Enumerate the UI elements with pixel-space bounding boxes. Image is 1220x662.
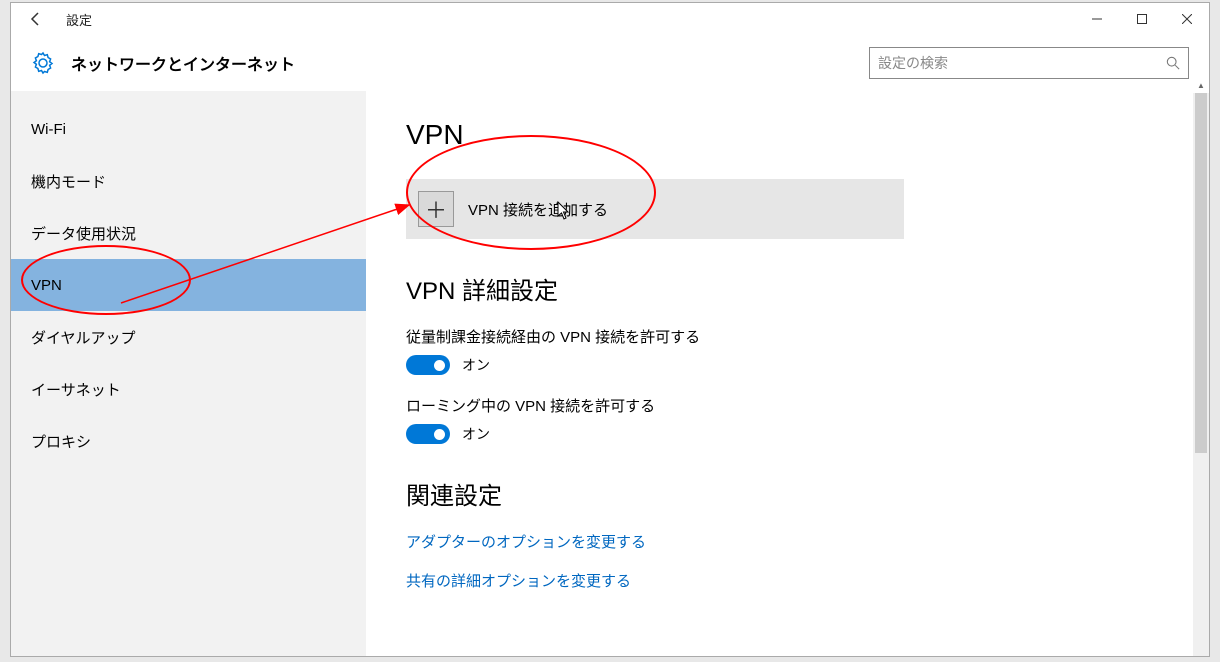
setting-metered: 従量制課金接続経由の VPN 接続を許可する オン xyxy=(406,326,1169,375)
header: ネットワークとインターネット xyxy=(11,35,1209,91)
metered-toggle[interactable] xyxy=(406,355,450,375)
add-vpn-button[interactable]: ＋ VPN 接続を追加する xyxy=(406,179,904,239)
body: Wi-Fi 機内モード データ使用状況 VPN ダイヤルアップ イーサネット プ… xyxy=(11,91,1209,656)
sidebar-item-label: ダイヤルアップ xyxy=(31,327,136,348)
search-icon xyxy=(1166,56,1180,70)
metered-label: 従量制課金接続経由の VPN 接続を許可する xyxy=(406,326,1169,347)
sidebar-item-label: VPN xyxy=(31,277,62,294)
search-box[interactable] xyxy=(869,47,1189,79)
sidebar-item-label: データ使用状況 xyxy=(31,223,136,244)
content-pane: VPN ＋ VPN 接続を追加する VPN 詳細設定 従量制課金接続経由の VP… xyxy=(366,91,1209,656)
sidebar-item-datausage[interactable]: データ使用状況 xyxy=(11,207,366,259)
arrow-left-icon xyxy=(28,11,44,27)
link-sharing-options[interactable]: 共有の詳細オプションを変更する xyxy=(406,570,1169,591)
gear-icon xyxy=(31,51,55,75)
sidebar-item-label: プロキシ xyxy=(31,431,91,452)
search-input[interactable] xyxy=(878,55,1166,71)
window-controls xyxy=(1074,4,1209,34)
close-icon xyxy=(1182,14,1192,24)
scrollbar[interactable]: ▲ xyxy=(1193,93,1209,656)
window-title: 設定 xyxy=(66,10,92,29)
sidebar-item-label: Wi-Fi xyxy=(31,121,66,138)
page-title: ネットワークとインターネット xyxy=(71,51,295,75)
link-adapter-options[interactable]: アダプターのオプションを変更する xyxy=(406,531,1169,552)
add-vpn-label: VPN 接続を追加する xyxy=(468,199,608,220)
settings-window: 設定 ネットワークとインターネット Wi-Fi 機内モード データ使用状況 VP… xyxy=(10,2,1210,657)
metered-state: オン xyxy=(462,355,490,375)
sidebar-item-vpn[interactable]: VPN xyxy=(11,259,366,311)
section-vpn-title: VPN xyxy=(406,119,1169,151)
minimize-icon xyxy=(1092,14,1102,24)
minimize-button[interactable] xyxy=(1074,4,1119,34)
metered-toggle-row: オン xyxy=(406,355,1169,375)
maximize-icon xyxy=(1137,14,1147,24)
roaming-label: ローミング中の VPN 接続を許可する xyxy=(406,395,1169,416)
sidebar-item-airplane[interactable]: 機内モード xyxy=(11,155,366,207)
sidebar-item-wifi[interactable]: Wi-Fi xyxy=(11,103,366,155)
roaming-toggle-row: オン xyxy=(406,424,1169,444)
titlebar: 設定 xyxy=(11,3,1209,35)
sidebar-item-label: 機内モード xyxy=(31,171,106,192)
sidebar-item-dialup[interactable]: ダイヤルアップ xyxy=(11,311,366,363)
section-related-title: 関連設定 xyxy=(406,476,1169,511)
section-advanced-title: VPN 詳細設定 xyxy=(406,271,1169,306)
plus-icon: ＋ xyxy=(418,191,454,227)
close-button[interactable] xyxy=(1164,4,1209,34)
maximize-button[interactable] xyxy=(1119,4,1164,34)
sidebar: Wi-Fi 機内モード データ使用状況 VPN ダイヤルアップ イーサネット プ… xyxy=(11,91,366,656)
sidebar-item-label: イーサネット xyxy=(31,379,121,400)
scrollbar-thumb[interactable] xyxy=(1195,93,1207,453)
roaming-toggle[interactable] xyxy=(406,424,450,444)
back-button[interactable] xyxy=(21,4,51,34)
roaming-state: オン xyxy=(462,424,490,444)
setting-roaming: ローミング中の VPN 接続を許可する オン xyxy=(406,395,1169,444)
sidebar-item-ethernet[interactable]: イーサネット xyxy=(11,363,366,415)
sidebar-item-proxy[interactable]: プロキシ xyxy=(11,415,366,467)
scroll-up-icon[interactable]: ▲ xyxy=(1193,77,1209,93)
